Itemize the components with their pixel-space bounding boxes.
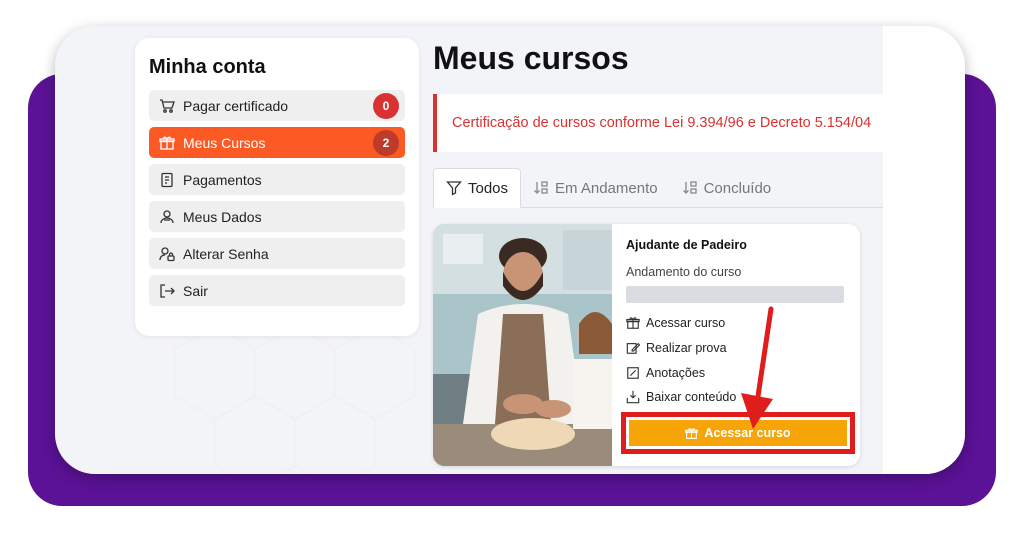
link-label: Baixar conteúdo [646, 390, 737, 404]
courses-count-badge: 2 [373, 130, 399, 156]
tab-todos[interactable]: Todos [433, 168, 522, 208]
sidebar-item-meus-dados[interactable]: Meus Dados [149, 201, 405, 232]
sidebar-item-label: Sair [183, 282, 208, 299]
course-progress-bar [626, 286, 844, 303]
course-card: Ajudante de Padeiro Andamento do curso A… [433, 224, 860, 466]
link-label: Realizar prova [646, 341, 727, 355]
cart-icon [159, 98, 175, 114]
download-icon [626, 390, 640, 404]
notes-link[interactable]: Anotações [626, 366, 705, 380]
sidebar-item-sair[interactable]: Sair [149, 275, 405, 306]
course-filter-tabs: Todos Em Andamento Concluído [433, 168, 883, 208]
user-lock-icon [159, 246, 175, 262]
sidebar-item-label: Pagamentos [183, 171, 262, 188]
gift-icon [626, 317, 640, 329]
user-card-icon [159, 209, 175, 225]
download-content-link[interactable]: Baixar conteúdo [626, 390, 736, 404]
logout-icon [159, 283, 175, 299]
tab-concluido[interactable]: Concluído [670, 168, 784, 208]
course-image [433, 224, 612, 466]
sidebar-item-pagamentos[interactable]: Pagamentos [149, 164, 405, 195]
receipt-icon [159, 172, 175, 188]
link-label: Anotações [646, 366, 706, 380]
take-exam-link[interactable]: Realizar prova [626, 341, 727, 355]
sidebar-title: Minha conta [149, 56, 266, 78]
sidebar-item-alterar-senha[interactable]: Alterar Senha [149, 238, 405, 269]
content-edge [883, 26, 965, 474]
sort-down-icon [682, 181, 697, 194]
tab-em-andamento[interactable]: Em Andamento [521, 168, 670, 208]
sidebar-item-label: Meus Cursos [183, 134, 266, 151]
tab-label: Todos [468, 179, 509, 197]
sort-down-icon [534, 181, 548, 194]
app-window: Minha conta Pagar certificado 0 Meus Cur… [55, 26, 965, 474]
gift-icon [159, 135, 175, 151]
page-title: Meus cursos [433, 40, 629, 76]
progress-label: Andamento do curso [626, 265, 742, 279]
account-sidebar: Minha conta Pagar certificado 0 Meus Cur… [135, 38, 419, 336]
certificate-count-badge: 0 [373, 93, 399, 119]
sidebar-item-label: Meus Dados [183, 208, 262, 225]
tab-label: Concluído [703, 179, 772, 197]
gift-icon [685, 427, 699, 439]
link-label: Acessar curso [646, 316, 726, 330]
access-course-link[interactable]: Acessar curso [626, 316, 725, 330]
sidebar-item-pagar-certificado[interactable]: Pagar certificado 0 [149, 90, 405, 121]
certification-alert: Certificação de cursos conforme Lei 9.39… [433, 94, 883, 152]
tab-label: Em Andamento [555, 179, 658, 197]
note-icon [627, 367, 639, 379]
course-name: Ajudante de Padeiro [626, 238, 747, 252]
pointer-arrow-icon [741, 306, 774, 429]
sidebar-item-meus-cursos[interactable]: Meus Cursos 2 [149, 127, 405, 158]
sidebar-item-label: Alterar Senha [183, 245, 269, 262]
filter-icon [446, 181, 462, 196]
sidebar-item-label: Pagar certificado [183, 97, 289, 114]
edit-icon [626, 342, 640, 354]
